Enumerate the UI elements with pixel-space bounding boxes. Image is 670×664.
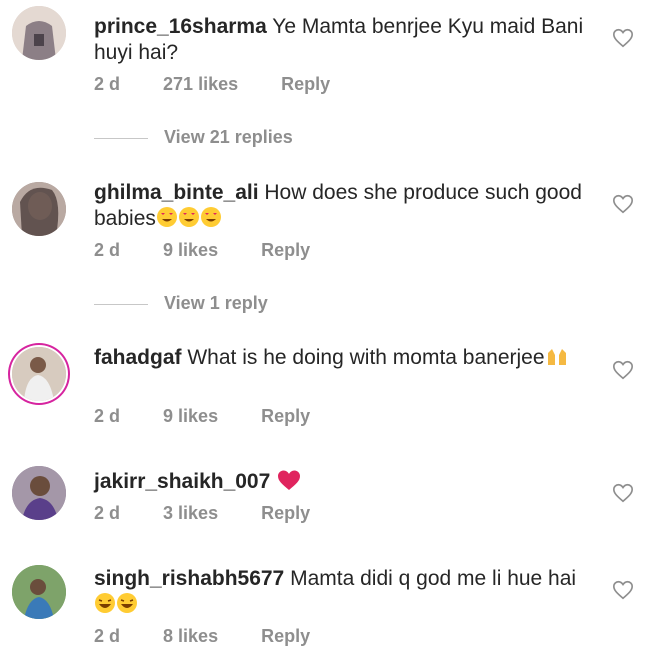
comment-username[interactable]: jakirr_shaikh_007: [94, 470, 270, 493]
comment-text: What is he doing with momta banerjee: [187, 346, 545, 369]
avatar[interactable]: [12, 565, 66, 619]
laughing-emoji-icon: [94, 592, 116, 621]
comment-username[interactable]: prince_16sharma: [94, 15, 267, 38]
heart-eyes-emoji-icon: [178, 206, 200, 235]
comment-likes[interactable]: 9 likes: [163, 240, 218, 260]
comment-likes[interactable]: 271 likes: [163, 74, 238, 94]
avatar[interactable]: [12, 6, 66, 60]
comment-likes[interactable]: 8 likes: [163, 626, 218, 646]
divider: [94, 137, 148, 139]
comment-username[interactable]: ghilma_binte_ali: [94, 181, 259, 204]
comment-likes[interactable]: 9 likes: [163, 406, 218, 426]
reply-button[interactable]: Reply: [261, 240, 310, 260]
comment-username[interactable]: singh_rishabh5677: [94, 567, 284, 590]
reply-button[interactable]: Reply: [261, 406, 310, 426]
heart-outline-icon[interactable]: [612, 27, 634, 49]
comment-username[interactable]: fahadgaf: [94, 346, 182, 369]
heart-eyes-emoji-icon: [200, 206, 222, 235]
red-heart-emoji-icon: [276, 469, 302, 498]
laughing-emoji-icon: [116, 592, 138, 621]
comment-time: 2 d: [94, 74, 121, 94]
reply-button[interactable]: Reply: [281, 74, 330, 94]
view-replies-link[interactable]: View 21 replies: [94, 127, 293, 148]
heart-outline-icon[interactable]: [612, 193, 634, 215]
divider: [94, 303, 148, 305]
comment-text: Mamta didi q god me li hue hai: [290, 567, 577, 590]
comment-time: 2 d: [94, 503, 121, 523]
avatar[interactable]: [12, 347, 66, 401]
reply-button[interactable]: Reply: [261, 503, 310, 523]
avatar[interactable]: [12, 182, 66, 236]
comment-time: 2 d: [94, 626, 121, 646]
view-replies-link[interactable]: View 1 reply: [94, 293, 268, 314]
comment-time: 2 d: [94, 240, 121, 260]
avatar[interactable]: [12, 466, 66, 520]
raised-hands-emoji-icon: [545, 345, 569, 374]
reply-button[interactable]: Reply: [261, 626, 310, 646]
comment-likes[interactable]: 3 likes: [163, 503, 218, 523]
comment-time: 2 d: [94, 406, 121, 426]
heart-outline-icon[interactable]: [612, 359, 634, 381]
heart-eyes-emoji-icon: [156, 206, 178, 235]
heart-outline-icon[interactable]: [612, 482, 634, 504]
heart-outline-icon[interactable]: [612, 579, 634, 601]
